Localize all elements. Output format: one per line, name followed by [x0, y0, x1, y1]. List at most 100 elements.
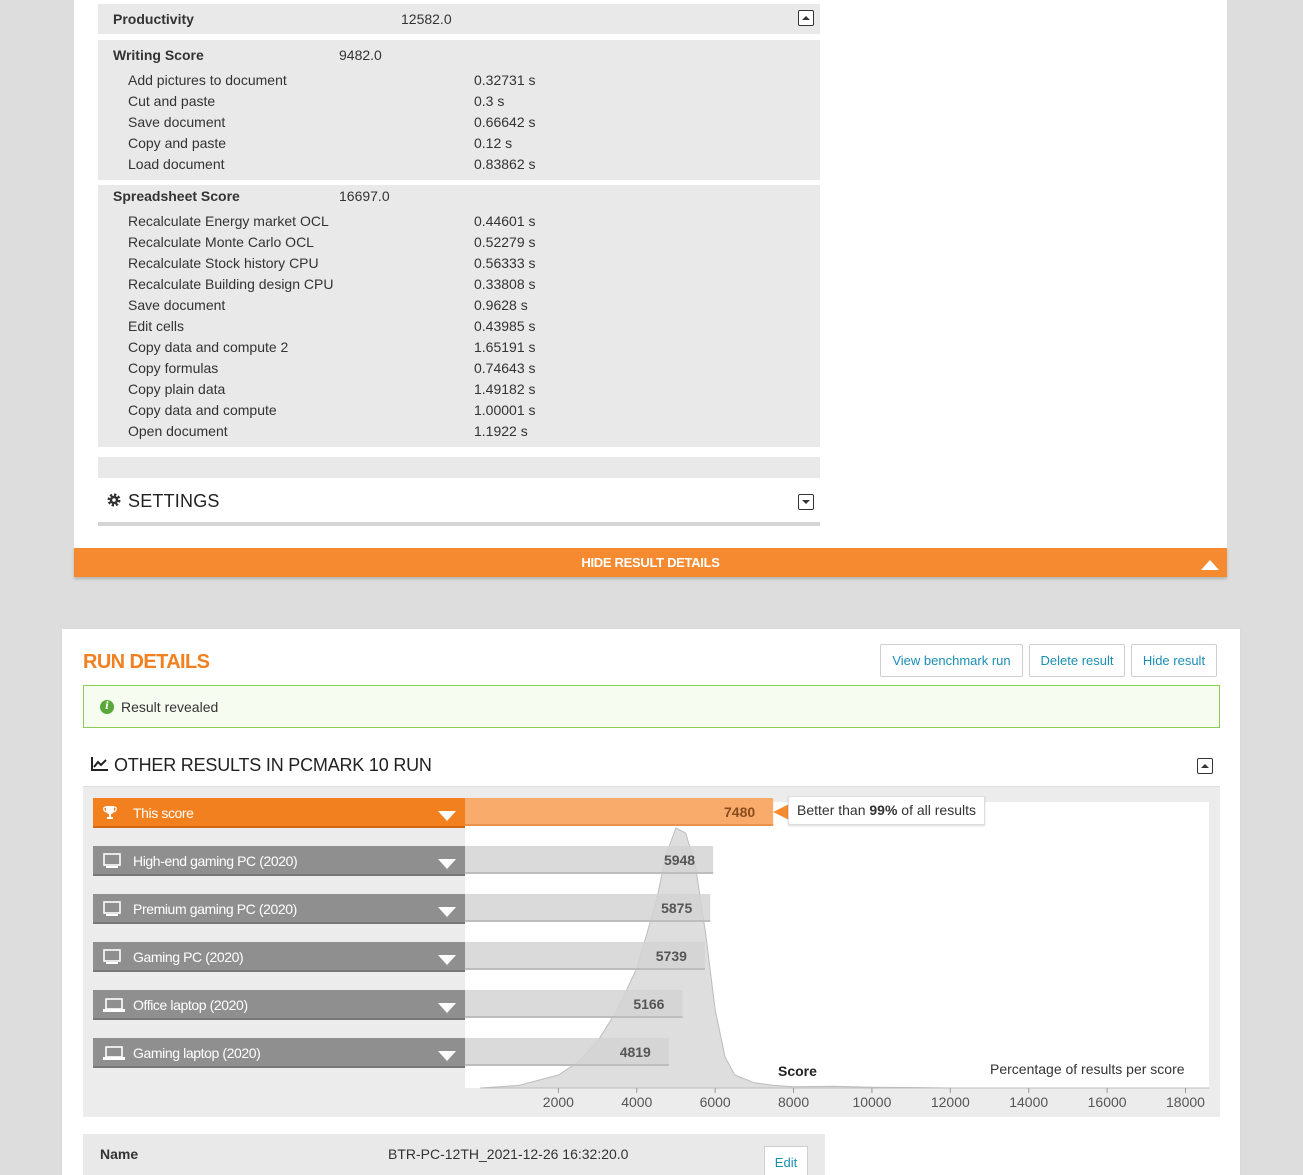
- metric-value: 0.56333 s: [474, 255, 536, 271]
- result-row-label: Gaming PC (2020): [133, 949, 244, 965]
- dropdown-arrow-icon[interactable]: [438, 1048, 456, 1064]
- productivity-header: Productivity 12582.0: [98, 4, 820, 34]
- metric-value: 0.9628 s: [474, 297, 528, 313]
- spreadsheet-score-section: Spreadsheet Score 16697.0 Recalculate En…: [98, 185, 820, 447]
- name-label: Name: [100, 1146, 139, 1162]
- better-than-callout: Better than 99% of all results: [788, 796, 986, 825]
- better-than-prefix: Better than: [797, 802, 870, 818]
- metric-value: 0.33808 s: [474, 276, 536, 292]
- metric-value: 0.32731 s: [474, 72, 536, 88]
- dropdown-arrow-icon[interactable]: [438, 904, 456, 920]
- edit-name-button[interactable]: Edit: [764, 1146, 808, 1175]
- x-tick-label: 12000: [931, 1094, 970, 1110]
- better-than-percent: 99%: [869, 802, 898, 818]
- metric-name: Open document: [128, 423, 228, 439]
- metric-value: 1.49182 s: [474, 381, 536, 397]
- bar-shadow: [465, 1064, 669, 1066]
- reference-result-row[interactable]: Premium gaming PC (2020): [93, 894, 465, 924]
- bar-shadow: [465, 824, 774, 826]
- result-row-label: Gaming laptop (2020): [133, 1045, 261, 1061]
- x-tick-label: 4000: [621, 1094, 652, 1110]
- metric-value: 0.74643 s: [474, 360, 536, 376]
- x-tick-label: 18000: [1166, 1094, 1205, 1110]
- spreadsheet-score-value: 16697.0: [339, 188, 390, 204]
- dropdown-arrow-icon[interactable]: [438, 808, 456, 824]
- metric-name: Copy and paste: [128, 135, 227, 151]
- desktop-icon: [103, 901, 121, 920]
- writing-score-section: Writing Score 9482.0 Add pictures to doc…: [98, 40, 820, 180]
- metric-name: Recalculate Energy market OCL: [128, 213, 329, 229]
- settings-title: SETTINGS: [128, 491, 220, 511]
- bar-value-label: 5166: [633, 996, 664, 1012]
- hide-result-button[interactable]: Hide result: [1131, 644, 1217, 677]
- collapse-productivity-icon[interactable]: [798, 10, 814, 26]
- desktop-icon: [103, 853, 121, 872]
- reference-result-row[interactable]: High-end gaming PC (2020): [93, 846, 465, 876]
- bar-shadow: [465, 968, 705, 970]
- metric-value: 1.65191 s: [474, 339, 536, 355]
- metric-name: Recalculate Monte Carlo OCL: [128, 234, 314, 250]
- metric-name: Edit cells: [128, 318, 185, 334]
- reference-result-row[interactable]: Office laptop (2020): [93, 990, 465, 1020]
- section-divider: [98, 457, 820, 478]
- x-tick-label: 14000: [1009, 1094, 1048, 1110]
- bar-value-label: 5875: [661, 900, 692, 916]
- metric-value: 0.43985 s: [474, 318, 536, 334]
- x-tick-label: 6000: [700, 1094, 731, 1110]
- delete-result-button[interactable]: Delete result: [1029, 644, 1125, 677]
- reference-result-row[interactable]: Gaming laptop (2020): [93, 1038, 465, 1068]
- metric-name: Recalculate Stock history CPU: [128, 255, 319, 271]
- metric-name: Copy plain data: [128, 381, 226, 397]
- laptop-icon: [103, 1045, 125, 1064]
- bar-shadow: [465, 920, 711, 922]
- result-row-label: High-end gaming PC (2020): [133, 853, 298, 869]
- metric-value: 0.3 s: [474, 93, 505, 109]
- collapse-other-results-icon[interactable]: [1197, 758, 1213, 774]
- run-details-panel: RUN DETAILS View benchmark run Delete re…: [61, 628, 1241, 1175]
- gear-icon: [106, 492, 122, 513]
- other-results-title: OTHER RESULTS IN PCMARK 10 RUN: [114, 755, 432, 775]
- metric-value: 1.00001 s: [474, 402, 536, 418]
- chevron-up-icon: [1201, 557, 1219, 575]
- productivity-score: 12582.0: [401, 11, 452, 27]
- metric-value: 0.12 s: [474, 135, 513, 151]
- bar-shadow: [465, 872, 714, 874]
- metric-name: Copy formulas: [128, 360, 219, 376]
- metric-name: Copy data and compute: [128, 402, 277, 418]
- y-axis-title: Percentage of results per score: [990, 1061, 1185, 1077]
- hide-result-details-button[interactable]: HIDE RESULT DETAILS: [74, 548, 1227, 577]
- result-details-panel: Productivity 12582.0 Writing Score 9482.…: [74, 0, 1227, 549]
- dropdown-arrow-icon[interactable]: [438, 952, 456, 968]
- dropdown-arrow-icon[interactable]: [438, 856, 456, 872]
- other-results-header: OTHER RESULTS IN PCMARK 10 RUN: [83, 747, 1220, 787]
- trophy-icon: [103, 805, 117, 824]
- info-icon: i: [100, 700, 114, 714]
- result-row-label: Premium gaming PC (2020): [133, 901, 297, 917]
- spreadsheet-score-label: Spreadsheet Score: [113, 188, 240, 204]
- result-revealed-text: Result revealed: [121, 699, 219, 715]
- laptop-icon: [103, 997, 125, 1016]
- run-details-title: RUN DETAILS: [83, 651, 210, 673]
- metric-value: 0.83862 s: [474, 156, 536, 172]
- bar-value-label: 7480: [724, 804, 755, 820]
- metric-value: 0.52279 s: [474, 234, 536, 250]
- expand-settings-icon[interactable]: [798, 494, 814, 510]
- metric-value: 0.44601 s: [474, 213, 536, 229]
- x-tick-label: 2000: [543, 1094, 574, 1110]
- dropdown-arrow-icon[interactable]: [438, 1000, 456, 1016]
- metric-name: Copy data and compute 2: [128, 339, 289, 355]
- reference-result-row[interactable]: Gaming PC (2020): [93, 942, 465, 972]
- hide-result-details-label: HIDE RESULT DETAILS: [581, 555, 720, 570]
- this-score-row[interactable]: This score: [93, 798, 465, 828]
- metric-name: Cut and paste: [128, 93, 216, 109]
- metric-name: Save document: [128, 114, 226, 130]
- view-benchmark-run-button[interactable]: View benchmark run: [880, 644, 1023, 677]
- bar-value-label: 5948: [664, 852, 695, 868]
- writing-score-value: 9482.0: [339, 47, 382, 63]
- x-axis-title: Score: [778, 1063, 817, 1079]
- settings-section[interactable]: SETTINGS: [98, 478, 820, 526]
- metric-name: Recalculate Building design CPU: [128, 276, 334, 292]
- x-tick-label: 8000: [778, 1094, 809, 1110]
- result-revealed-notice: i Result revealed: [83, 685, 1220, 728]
- bar-shadow: [465, 1016, 683, 1018]
